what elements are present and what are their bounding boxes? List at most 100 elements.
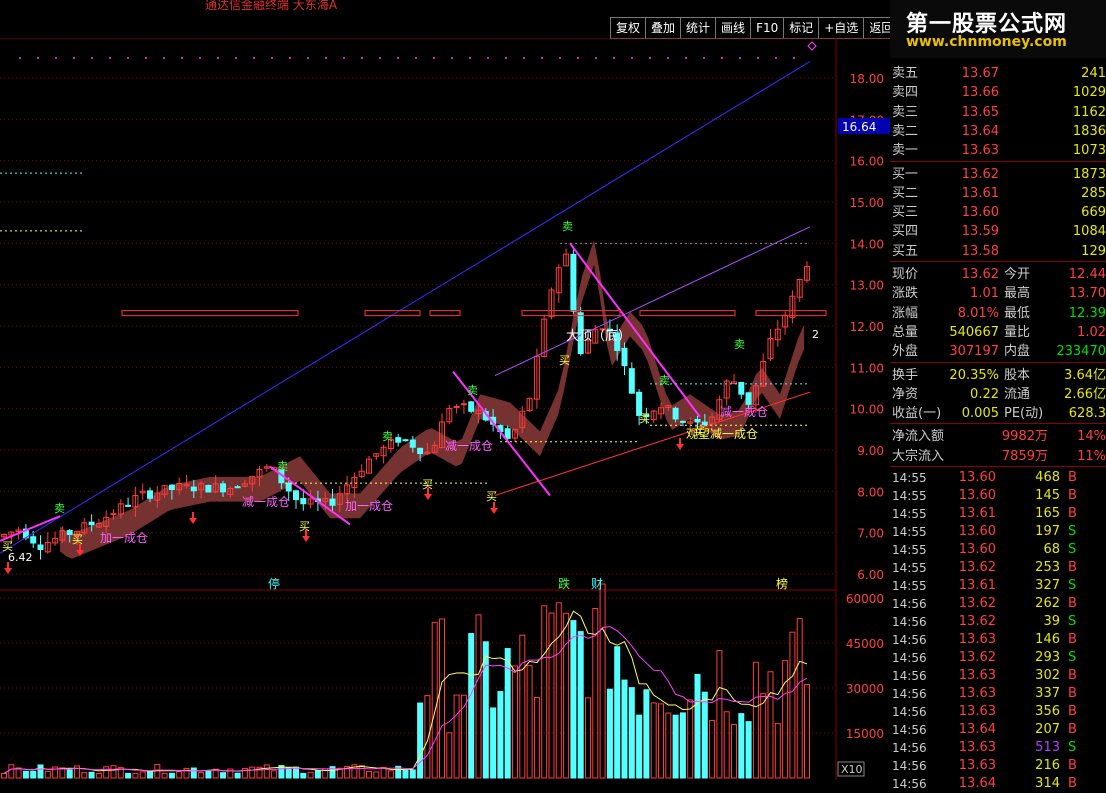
quote-row: 涨幅 8.01% 最低 12.39: [890, 304, 1106, 323]
tick-time: 14:56: [892, 633, 927, 647]
toolbar-draw-button[interactable]: 画线: [715, 17, 751, 39]
order-volume: 1084: [1072, 224, 1106, 240]
tick-row[interactable]: 14:56 13.63 216 B: [890, 757, 1106, 775]
order-price: 13.60: [961, 205, 999, 221]
tick-row[interactable]: 14:55 13.60 468 B: [890, 469, 1106, 487]
order-sell-row[interactable]: 卖三 13.65 1162: [890, 103, 1106, 122]
candle-body: [745, 392, 752, 405]
volume-bar: [738, 713, 745, 779]
volume-bar: [650, 702, 657, 779]
tick-time: 14:55: [892, 543, 927, 557]
volume-ma-yellow: [3, 610, 808, 774]
volume-bar: [563, 612, 570, 779]
volume-tick-label: 60000: [846, 592, 884, 606]
signal-dot: [91, 57, 93, 59]
candle-body: [453, 405, 460, 408]
signal-dot: [703, 57, 705, 59]
order-sell-row[interactable]: 卖二 13.64 1836: [890, 122, 1106, 141]
tick-row[interactable]: 14:56 13.62 293 S: [890, 649, 1106, 667]
toolbar-mark-button[interactable]: 标记: [783, 17, 819, 39]
order-sell-row[interactable]: 卖一 13.63 1073: [890, 141, 1106, 160]
volume-bar: [468, 633, 475, 779]
order-buy-row[interactable]: 买五 13.58 129: [890, 242, 1106, 261]
tick-price: 13.63: [958, 686, 996, 701]
order-level-label: 买二: [892, 185, 919, 201]
volume-bar: [402, 769, 409, 779]
signal-dot: [523, 57, 525, 59]
flow-value: 7859万: [1001, 448, 1048, 464]
tick-row[interactable]: 14:56 13.64 207 B: [890, 721, 1106, 739]
quote-value: 2.66亿: [1064, 386, 1106, 402]
tick-row[interactable]: 14:55 13.60 145 B: [890, 487, 1106, 505]
order-buy-row[interactable]: 买三 13.60 669: [890, 203, 1106, 222]
quote-row: 收益(一) 0.005 PE(动) 628.3: [890, 404, 1106, 423]
toolbar-f10-button[interactable]: F10: [750, 17, 784, 39]
volume-bar: [220, 772, 226, 779]
tick-row[interactable]: 14:55 13.62 253 B: [890, 559, 1106, 577]
tick-row[interactable]: 14:56 13.63 337 B: [890, 685, 1106, 703]
order-sell-row[interactable]: 卖五 13.67 241: [890, 64, 1106, 83]
tick-volume: 314: [1035, 776, 1060, 791]
annotation-top: 大顶（底）: [566, 328, 631, 344]
tick-row[interactable]: 14:56 13.62 39 S: [890, 613, 1106, 631]
signal-dot: [649, 57, 651, 59]
tick-row[interactable]: 14:56 13.63 146 B: [890, 631, 1106, 649]
resistance-box: [639, 310, 736, 317]
flow-value: 9982万: [1001, 429, 1048, 445]
quote-label: 总量: [892, 324, 919, 340]
signal-dot: [163, 57, 165, 59]
kline-chart[interactable]: 18.0017.0016.0015.0014.0013.0012.0011.00…: [0, 38, 890, 780]
logo-url: www.chnmoney.com: [906, 34, 1067, 50]
order-buy-row[interactable]: 买一 13.62 1873: [890, 165, 1106, 184]
volume-tick-label: 45000: [846, 637, 884, 651]
order-buy-row[interactable]: 买四 13.59 1084: [890, 222, 1106, 241]
tick-row[interactable]: 14:55 13.60 68 S: [890, 541, 1106, 559]
tick-row[interactable]: 14:56 13.63 513 S: [890, 739, 1106, 757]
order-buy-row[interactable]: 买二 13.61 285: [890, 184, 1106, 203]
volume-bar: [44, 770, 51, 779]
toolbar-fuquan-button[interactable]: 复权: [610, 17, 646, 39]
signal-dot: [433, 57, 435, 59]
annotation-reduce-4: 减一成仓: [710, 427, 758, 441]
tick-time: 14:55: [892, 525, 927, 539]
quote-label: 涨跌: [892, 286, 919, 302]
toolbar-add-watchlist-button[interactable]: +自选: [818, 17, 864, 39]
tick-row[interactable]: 14:56 13.63 302 B: [890, 667, 1106, 685]
toolbar-overlay-button[interactable]: 叠加: [645, 17, 681, 39]
tick-time: 14:56: [892, 669, 927, 683]
tick-price: 13.64: [958, 722, 996, 737]
tick-row[interactable]: 14:56 13.62 262 B: [890, 595, 1106, 613]
tick-volume: 145: [1035, 488, 1060, 503]
volume-bar: [409, 769, 416, 779]
tick-side: B: [1068, 704, 1077, 719]
candle-body: [409, 439, 416, 448]
tick-row[interactable]: 14:55 13.60 197 S: [890, 523, 1106, 541]
quote-label: 换手: [892, 367, 919, 383]
signal-dot: [109, 57, 111, 59]
order-sell-row[interactable]: 卖四 13.66 1029: [890, 83, 1106, 102]
tick-row[interactable]: 14:56 13.63 356 B: [890, 703, 1106, 721]
info-mark-halt: 停: [268, 576, 280, 591]
volume-bar: [387, 770, 394, 779]
volume-bar: [373, 771, 380, 779]
volume-bar: [95, 772, 102, 779]
tick-side: B: [1068, 776, 1077, 791]
volume-bar: [475, 614, 482, 779]
tick-row[interactable]: 14:56 13.64 314 B: [890, 775, 1106, 793]
volume-bar: [752, 661, 759, 779]
tick-row[interactable]: 14:55 13.61 327 S: [890, 577, 1106, 595]
order-volume: 1836: [1072, 123, 1106, 139]
signal-dot: [307, 57, 309, 59]
signal-dot: [181, 57, 183, 59]
signal-dot: [217, 57, 219, 59]
order-volume: 1073: [1072, 143, 1106, 159]
signal-dot: [127, 57, 129, 59]
volume-bar: [293, 766, 299, 779]
volume-bar: [526, 665, 533, 779]
tick-row[interactable]: 14:55 13.61 165 B: [890, 505, 1106, 523]
volume-bar: [774, 723, 781, 779]
candle-body: [402, 439, 409, 442]
toolbar-stats-button[interactable]: 统计: [680, 17, 716, 39]
quote-label: 净资: [892, 386, 919, 402]
volume-bar: [205, 770, 212, 779]
